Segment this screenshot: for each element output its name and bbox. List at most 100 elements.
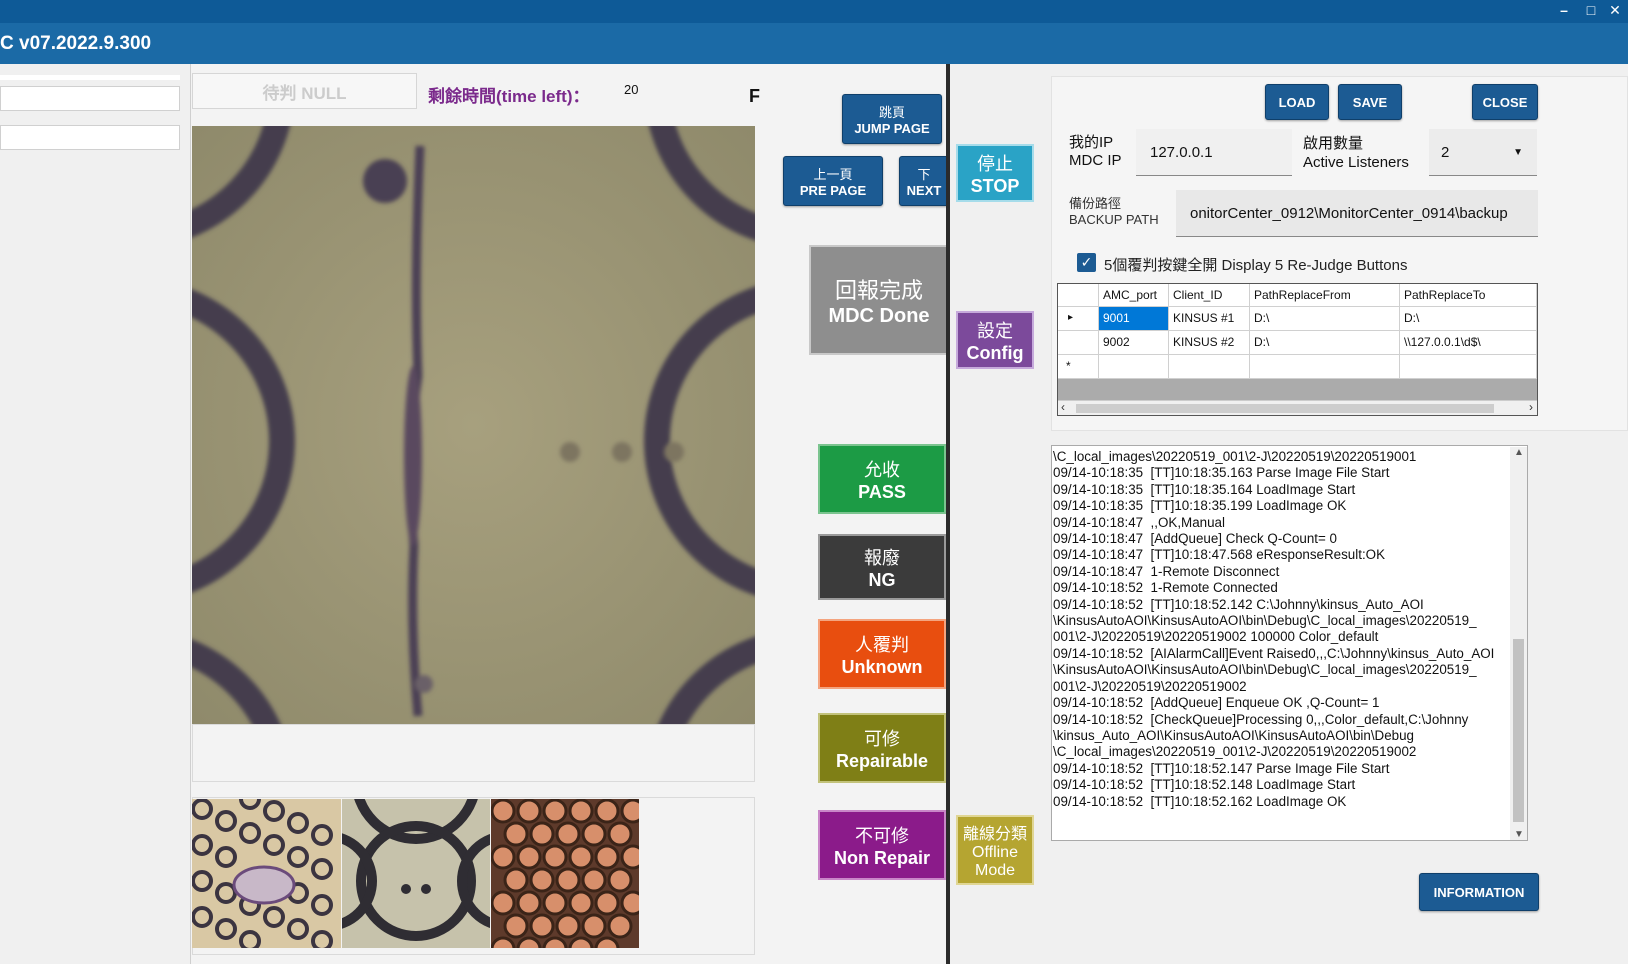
offline-en-2: Mode [974,862,1016,879]
log-scroll-thumb[interactable] [1513,639,1524,822]
dropdown-caret-icon: ▼ [1513,147,1523,158]
scroll-left-icon[interactable]: ‹ [1061,400,1065,414]
next-page-button[interactable]: 下 NEXT [899,156,949,206]
display-buttons-label: 5個覆判按鍵全開 Display 5 Re-Judge Buttons [1104,257,1408,274]
repairable-button[interactable]: 可修 Repairable [818,713,946,783]
cell-client-id[interactable]: KINSUS #2 [1169,331,1250,355]
thumbnail-3-graphic [491,799,639,948]
scroll-up-icon[interactable]: ▲ [1514,447,1524,458]
grid-corner [1058,284,1099,307]
pass-button[interactable]: 允收 PASS [818,444,946,514]
mdc-done-en: MDC Done [828,304,930,327]
backup-path-field[interactable]: onitorCenter_0912\MonitorCenter_0914\bac… [1176,190,1538,237]
config-button[interactable]: 設定 Config [956,311,1034,369]
mdc-done-cn: 回報完成 [834,277,923,303]
thumbnail-2-graphic [342,799,490,948]
non-repair-button[interactable]: 不可修 Non Repair [818,810,946,880]
mdc-ip-field[interactable]: 127.0.0.1 [1136,129,1292,176]
pre-page-button[interactable]: 上一頁 PRE PAGE [783,156,883,206]
log-scrollbar[interactable]: ▲ ▼ [1510,447,1527,840]
offline-mode-button[interactable]: 離線分類 Offline Mode [956,815,1034,885]
jump-page-button[interactable]: 跳頁 JUMP PAGE [842,94,942,144]
left-divider [0,75,180,80]
thumbnail-3[interactable] [491,799,639,948]
new-row-cell[interactable] [1400,355,1537,379]
scroll-right-icon[interactable]: › [1529,400,1533,414]
new-row-cell[interactable] [1099,355,1169,379]
app-title: C v07.2022.9.300 [0,33,152,54]
unknown-en: Unknown [841,656,923,677]
cell-path-to[interactable]: \\127.0.0.1\d$\ [1400,331,1537,355]
offline-en-1: Offline [972,844,1018,861]
next-page-cn: 下 [917,167,931,182]
close-icon[interactable]: ✕ [1604,2,1626,19]
app-header [0,23,1628,64]
col-header-path-from[interactable]: PathReplaceFrom [1250,284,1400,307]
left-input-1[interactable] [0,86,180,111]
thumbnail-1[interactable] [192,799,341,948]
non-repair-cn: 不可修 [855,825,909,846]
thumbnail-2[interactable] [342,799,490,948]
mdc-ip-label-cn: 我的IP [1069,134,1114,151]
cell-path-from[interactable]: D:\ [1250,331,1400,355]
config-en: Config [966,342,1024,363]
pre-page-en: PRE PAGE [799,183,867,198]
maximize-icon[interactable]: □ [1580,2,1602,18]
information-button[interactable]: INFORMATION [1419,873,1539,911]
col-header-amc-port[interactable]: AMC_port [1099,284,1169,307]
row-selector-2[interactable] [1058,331,1099,355]
stop-cn: 停止 [977,153,1013,174]
repairable-en: Repairable [835,750,929,771]
mdc-ip-label-en: MDC IP [1069,152,1122,169]
close-button[interactable]: CLOSE [1472,84,1538,120]
cell-client-id[interactable]: KINSUS #1 [1169,307,1250,331]
backup-path-label-en: BACKUP PATH [1069,212,1159,227]
active-listeners-label: 啟用數量 Active Listeners [1303,134,1409,172]
jump-page-cn: 跳頁 [878,105,905,120]
pass-en: PASS [858,481,906,502]
time-left-value: 20 [624,82,639,97]
stop-en: STOP [970,175,1020,196]
backup-path-label: 備份路徑 BACKUP PATH [1069,196,1159,228]
non-repair-en: Non Repair [833,847,930,868]
mdc-done-button[interactable]: 回報完成 MDC Done [809,245,949,355]
active-listeners-select[interactable]: 2 ▼ [1429,129,1537,176]
row-selector-1[interactable]: ▸ [1058,307,1099,331]
new-row-cell[interactable] [1250,355,1400,379]
left-input-2[interactable] [0,125,180,150]
scroll-down-icon[interactable]: ▼ [1514,829,1524,840]
save-button[interactable]: SAVE [1338,84,1402,120]
load-button[interactable]: LOAD [1265,84,1329,120]
stop-button[interactable]: 停止 STOP [956,144,1034,202]
col-header-path-to[interactable]: PathReplaceTo [1400,284,1537,307]
time-left-label: 剩餘時間(time left)： [428,87,590,106]
cell-amc-port[interactable]: 9002 [1099,331,1169,355]
thumbnail-1-graphic [192,799,341,948]
active-listeners-label-en: Active Listeners [1303,154,1409,171]
log-text: \C_local_images\20220519_001\2-J\2022051… [1053,449,1495,809]
col-header-client-id[interactable]: Client_ID [1169,284,1250,307]
grid-scroll-thumb[interactable] [1076,404,1494,413]
mdc-ip-label: 我的IP MDC IP [1069,134,1122,170]
backup-path-label-cn: 備份路徑 [1069,196,1122,211]
unknown-button[interactable]: 人覆判 Unknown [818,619,946,689]
new-row-cell[interactable] [1169,355,1250,379]
active-listeners-value: 2 [1441,144,1450,161]
main-inspection-image[interactable] [192,126,755,724]
jump-page-en: JUMP PAGE [854,121,930,136]
display-buttons-checkbox[interactable]: ✓ [1077,253,1096,272]
port-mapping-grid[interactable]: AMC_port Client_ID PathReplaceFrom PathR… [1057,283,1538,416]
offline-cn: 離線分類 [962,826,1027,843]
pass-cn: 允收 [864,459,900,480]
cell-path-from[interactable]: D:\ [1250,307,1400,331]
judge-status: 待判 NULL [192,73,417,109]
header-edge-text: F [749,86,760,106]
new-row-selector[interactable]: * [1058,355,1099,379]
cell-path-to[interactable]: D:\ [1400,307,1537,331]
grid-horizontal-scrollbar[interactable]: ‹ › [1058,400,1537,415]
minimize-icon[interactable]: – [1553,2,1575,18]
repairable-cn: 可修 [864,728,900,749]
pre-page-cn: 上一頁 [813,167,853,182]
ng-button[interactable]: 報廢 NG [818,534,946,600]
cell-amc-port[interactable]: 9001 [1099,307,1169,331]
